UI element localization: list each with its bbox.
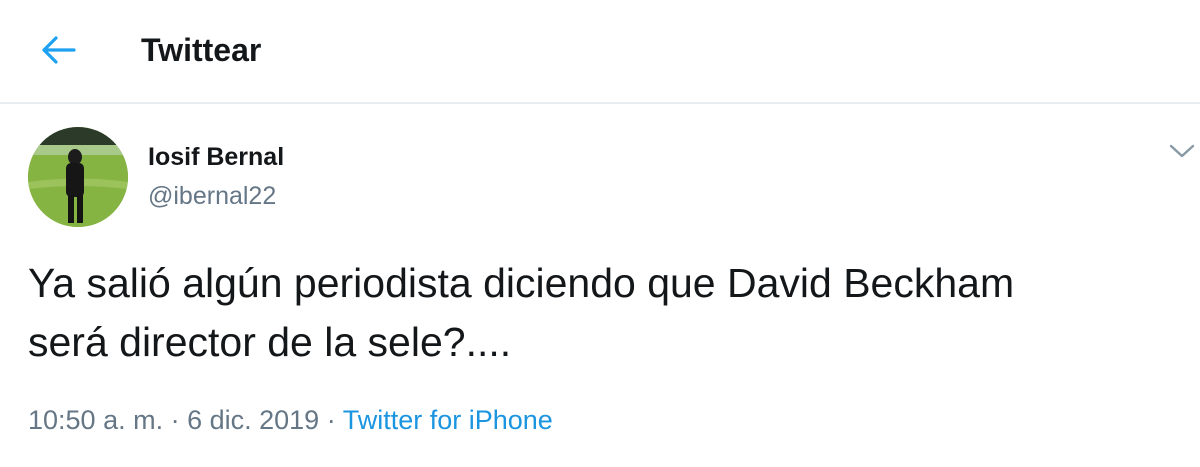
avatar[interactable]: [28, 127, 128, 227]
back-button[interactable]: [36, 30, 80, 70]
author-handle[interactable]: @ibernal22: [148, 181, 276, 211]
page-title: Twittear: [141, 32, 262, 68]
tweet-text-line: será director de la sele?....: [28, 319, 512, 365]
page-header: Twittear: [0, 0, 1200, 104]
tweet-text-line: Ya salió algún periodista diciendo que D…: [28, 260, 1015, 306]
chevron-down-icon: [1169, 144, 1195, 158]
author-name[interactable]: Iosif Bernal: [148, 142, 284, 172]
more-options-button[interactable]: [1164, 138, 1200, 164]
meta-separator: ·: [319, 405, 343, 435]
tweet-time[interactable]: 10:50 a. m.: [28, 405, 163, 435]
meta-separator: ·: [163, 405, 188, 435]
avatar-image: [28, 127, 128, 227]
tweet-date[interactable]: 6 dic. 2019: [187, 405, 319, 435]
tweet-text: Ya salió algún periodista diciendo que D…: [28, 254, 1178, 372]
tweet-meta: 10:50 a. m. · 6 dic. 2019 · Twitter for …: [28, 402, 553, 438]
arrow-left-icon: [42, 36, 76, 64]
tweet-source-link[interactable]: Twitter for iPhone: [343, 405, 553, 435]
